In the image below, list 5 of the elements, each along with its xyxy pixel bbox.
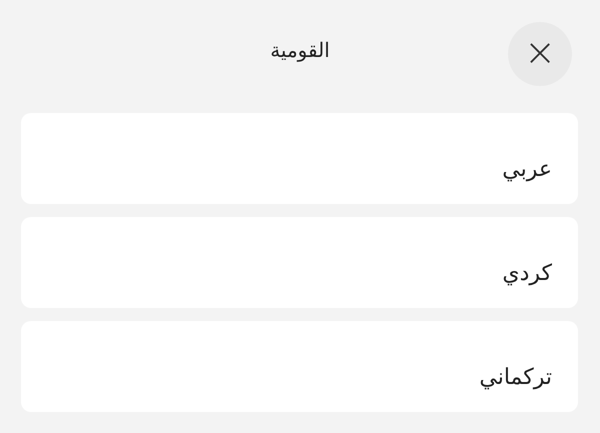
option-item[interactable]: تركماني: [21, 321, 578, 412]
dialog-title: القومية: [270, 38, 330, 62]
option-item[interactable]: عربي: [21, 113, 578, 204]
close-button[interactable]: ×: [508, 22, 572, 86]
option-item[interactable]: كردي: [21, 217, 578, 308]
